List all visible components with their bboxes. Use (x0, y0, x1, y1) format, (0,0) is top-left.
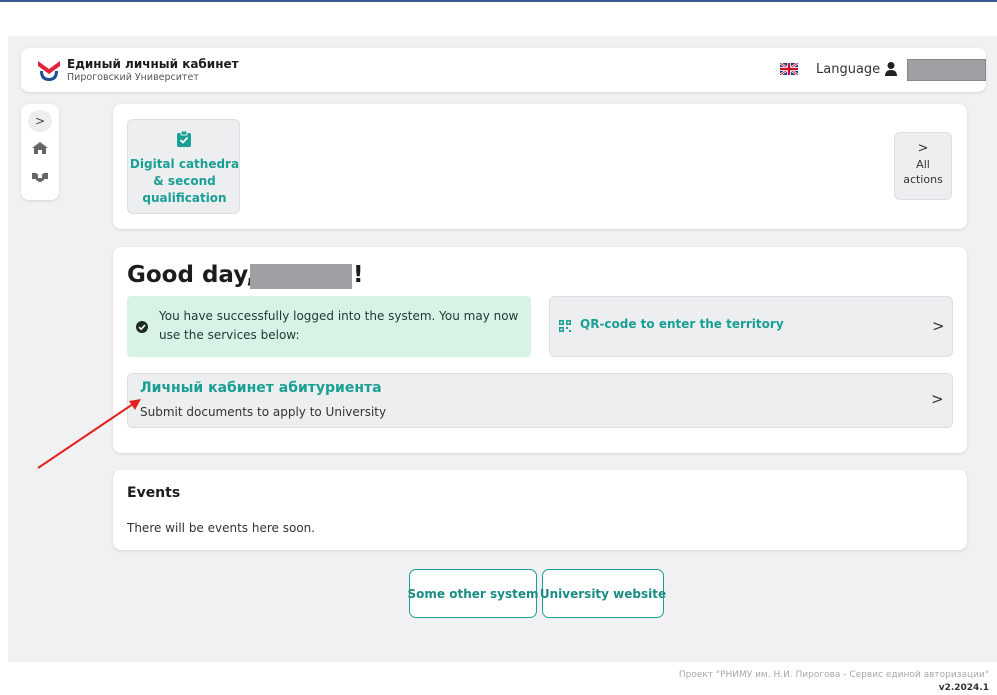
window-top-border (0, 0, 997, 2)
handshake-icon[interactable] (31, 169, 49, 183)
login-success-text: You have successfully logged into the sy… (159, 309, 519, 342)
chevron-right-icon: > (931, 390, 944, 408)
logo-subtitle: Пироговский Университет (67, 72, 199, 83)
greeting-name-redacted (250, 264, 352, 289)
home-icon[interactable] (31, 141, 49, 155)
greeting-exclamation: ! (353, 262, 364, 288)
footer-project-text: Проект "РНИМУ им. Н.И. Пирогова - Сервис… (678, 670, 989, 680)
language-selector[interactable]: Language (816, 62, 880, 77)
university-website-button[interactable]: University website (540, 569, 666, 618)
university-logo-icon[interactable] (36, 57, 62, 83)
applicant-cabinet-link[interactable]: Личный кабинет абитуриента Submit docume… (127, 373, 953, 428)
all-actions-button[interactable]: > All actions (894, 132, 952, 200)
qr-code-label: QR-code to enter the territory (580, 317, 784, 331)
qr-code-link[interactable]: QR-code to enter the territory > (549, 296, 953, 357)
user-icon[interactable] (884, 61, 898, 77)
quick-actions-card: Digital cathedra & second qualification … (113, 104, 967, 229)
events-title: Events (127, 485, 181, 501)
qr-code-icon (559, 320, 571, 332)
chevron-right-icon: > (932, 317, 945, 335)
applicant-cabinet-title: Личный кабинет абитуриента (140, 380, 382, 396)
logo-title: Единый личный кабинет (67, 57, 239, 71)
events-card: Events There will be events here soon. (113, 470, 967, 550)
check-circle-icon (136, 321, 148, 333)
side-navigation: > (21, 104, 59, 200)
top-header: Единый личный кабинет Пироговский Универ… (21, 48, 986, 92)
clipboard-check-icon (177, 131, 191, 147)
greeting-title: Good day, (127, 262, 256, 288)
applicant-cabinet-subtitle: Submit documents to apply to University (140, 405, 387, 419)
digital-cathedra-tile[interactable]: Digital cathedra & second qualification (127, 119, 240, 214)
chevron-right-icon: > (917, 141, 929, 156)
footer-version: v2.2024.1 (938, 683, 989, 693)
other-system-button[interactable]: Some other system (408, 569, 538, 618)
sidebar-expand-button[interactable]: > (28, 110, 52, 132)
events-empty-message: There will be events here soon. (127, 521, 316, 535)
all-actions-label: All actions (903, 158, 943, 186)
login-success-alert: You have successfully logged into the sy… (127, 296, 531, 357)
user-name-redacted[interactable] (907, 59, 986, 81)
tile-label: Digital cathedra & second qualification (129, 157, 240, 205)
uk-flag-icon[interactable] (780, 63, 798, 75)
greeting-card: Good day, ! You have successfully logged… (113, 247, 967, 453)
